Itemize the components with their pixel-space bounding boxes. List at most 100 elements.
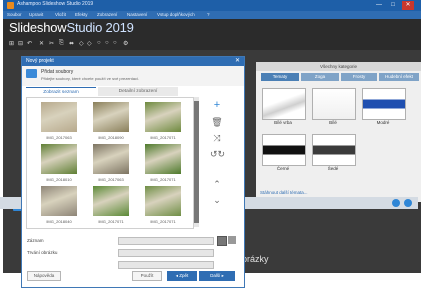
menu-item-help[interactable]: ? (207, 12, 210, 17)
photo-thumbnail[interactable] (41, 144, 77, 174)
window-title: Ashampoo Slideshow Studio 2019 (17, 1, 94, 7)
theme-panel: Všechny kategorie Tematy Zoga Frosty Hud… (256, 62, 421, 202)
monitor-icon (26, 69, 37, 78)
photo-label: IMG_2017063 (46, 135, 72, 140)
photo-label: IMG_2017071 (150, 135, 176, 140)
tab-hudebni-efekt[interactable]: Hudební efekt (379, 73, 419, 81)
theme-thumb-bile-vrba[interactable] (262, 88, 306, 120)
info-icon[interactable] (404, 199, 412, 207)
move-down-icon[interactable]: ⌄ (210, 195, 224, 206)
tab-list-view[interactable]: Zobrazit seznam (26, 87, 96, 97)
toolbar: ⊞ ⊟ ↶ ✕ ✂ ⎘ ⬌ ◇ ◇ ○ ○ ○ ⚙ (9, 40, 209, 48)
settings-icon[interactable]: ⚙ (123, 40, 128, 47)
theme-label: Modré (376, 120, 390, 125)
theme-thumb-sede[interactable] (312, 134, 356, 166)
circle3-icon[interactable]: ○ (113, 40, 117, 46)
menu-item-upravit[interactable]: Upravit (29, 12, 43, 17)
logo-part-2: Studio 2019 (66, 20, 134, 35)
next-button[interactable]: Další ▸ (199, 271, 235, 281)
theme-thumb-cerne[interactable] (262, 134, 306, 166)
zaznam-input[interactable] (118, 237, 214, 245)
clear-icon[interactable] (228, 236, 236, 244)
photo-label: IMG_2017071 (98, 219, 124, 224)
rotate-icon[interactable]: ↺↻ (210, 149, 225, 160)
more-themes-link[interactable]: Stáhnout další témata... (260, 190, 308, 195)
trvani-input[interactable] (118, 249, 214, 257)
photo-label: IMG_2017063 (98, 177, 124, 182)
copy-icon[interactable]: ⎘ (59, 40, 64, 47)
dialog-close-icon[interactable]: ✕ (235, 57, 240, 66)
photo-label: IMG_2017071 (150, 219, 176, 224)
menu-item-nastaveni[interactable]: Nastavení (127, 12, 147, 17)
theme-thumb-modre[interactable] (362, 88, 406, 120)
photo-scrollbar[interactable] (194, 97, 199, 227)
move-up-icon[interactable]: ⌃ (210, 179, 224, 190)
zoom-icon[interactable] (392, 199, 400, 207)
theme-panel-header[interactable]: Všechny kategorie (256, 62, 421, 71)
new-icon[interactable]: ⊞ (9, 40, 14, 47)
theme-thumb-bile[interactable] (312, 88, 356, 120)
logo-part-1: Slideshow (9, 20, 67, 35)
photo-thumbnail[interactable] (93, 144, 129, 174)
new-project-dialog: Nový projekt ✕ Přidat soubory Přidejte s… (21, 56, 245, 288)
tab-detail-view[interactable]: Detailní zobrazení (98, 87, 178, 96)
field-label-zaznam: Záznam (27, 238, 44, 243)
trash-icon[interactable]: 🗑 (210, 117, 224, 128)
finish-button[interactable]: Použít (132, 271, 162, 281)
photo-label: IMG_2018090 (98, 135, 124, 140)
photo-label: IMG_2018040 (46, 219, 72, 224)
photo-thumbnail[interactable] (93, 102, 129, 132)
scroll-thumb[interactable] (194, 101, 199, 223)
extra-input[interactable] (118, 261, 214, 269)
circle-icon[interactable]: ○ (97, 40, 101, 46)
menu-item-efekty[interactable]: Efekty (75, 12, 88, 17)
cut-icon[interactable]: ✂ (49, 40, 54, 47)
theme-label: Šedé (327, 166, 339, 171)
photo-thumbnail[interactable] (41, 102, 77, 132)
field-label-trvani: Trvání obrázku (27, 250, 58, 255)
menu-item-vlozit[interactable]: Vložit (55, 12, 66, 17)
help-button[interactable]: Nápověda (27, 271, 61, 281)
menu-bar: Soubor Upravit Vložit Efekty Zobrazení N… (3, 11, 421, 19)
shape-icon[interactable]: ◇ (79, 40, 84, 47)
photo-label: IMG_2018010 (46, 177, 72, 182)
paste-icon[interactable]: ⬌ (69, 40, 74, 47)
background-caption: brázky (242, 254, 269, 264)
tab-frosty[interactable]: Frosty (341, 73, 377, 81)
photo-thumbnail[interactable] (145, 102, 181, 132)
menu-item-zobrazeni[interactable]: Zobrazení (97, 12, 117, 17)
undo-icon[interactable]: ↶ (27, 40, 32, 47)
dialog-subheading: Přidejte soubory, které chcete použít ve… (41, 76, 139, 81)
maximize-button[interactable]: □ (387, 1, 399, 10)
theme-label: Černé (276, 166, 290, 171)
dialog-heading: Přidat soubory (41, 69, 74, 75)
open-icon[interactable]: ⊟ (18, 40, 23, 47)
menu-item-soubor[interactable]: Soubor (7, 12, 22, 17)
back-button[interactable]: ◂ Zpět (167, 271, 197, 281)
shuffle-icon[interactable]: ⤨ (210, 133, 224, 144)
tab-zoga[interactable]: Zoga (301, 73, 339, 81)
photo-grid: IMG_2017063 IMG_2018090 IMG_2017071 IMG_201… (26, 97, 194, 229)
minimize-button[interactable]: — (373, 1, 385, 10)
photo-thumbnail[interactable] (145, 186, 181, 216)
delete-icon[interactable]: ✕ (39, 40, 44, 47)
theme-label: Bílé (329, 120, 337, 125)
circle2-icon[interactable]: ○ (105, 40, 109, 46)
theme-label: Bílé vrba (274, 120, 292, 125)
app-logo: SlideshowStudio 2019 (9, 20, 134, 35)
dialog-header: Přidat soubory Přidejte soubory, které c… (22, 66, 244, 86)
dialog-title-bar: Nový projekt ✕ (22, 57, 244, 66)
tab-tematy[interactable]: Tematy (261, 73, 299, 81)
app-icon (7, 2, 14, 9)
photo-thumbnail[interactable] (145, 144, 181, 174)
add-icon[interactable]: + (210, 99, 224, 111)
dialog-title: Nový projekt (26, 58, 54, 64)
browse-icon[interactable] (217, 236, 227, 246)
shape2-icon[interactable]: ◇ (87, 40, 92, 47)
photo-thumbnail[interactable] (93, 186, 129, 216)
close-button[interactable]: ✕ (402, 1, 414, 10)
title-bar: Ashampoo Slideshow Studio 2019 — □ ✕ (3, 0, 421, 11)
menu-item-doplnky[interactable]: Vstup doplňkových (157, 12, 195, 17)
photo-label: IMG_2017071 (150, 177, 176, 182)
photo-thumbnail[interactable] (41, 186, 77, 216)
